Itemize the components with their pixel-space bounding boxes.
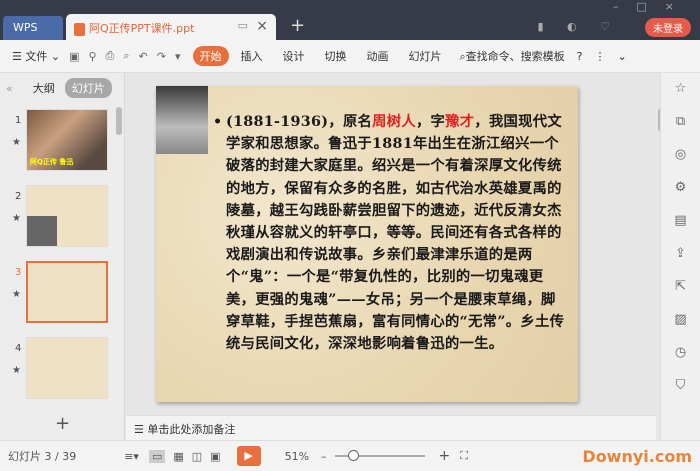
tab-slides[interactable]: 幻灯片: [64, 78, 112, 98]
save-icon[interactable]: ▣: [69, 50, 79, 63]
animation-star-icon: ★: [12, 137, 21, 148]
right-sidebar: ☆ ⧉ ◎ ⚙ ▤ ⇪ ⇱ ▨ ◷ ⛉: [660, 73, 700, 440]
fit-window-icon[interactable]: ⛶: [460, 449, 468, 463]
reading-view-icon[interactable]: ◫: [192, 450, 202, 463]
tab-design[interactable]: 设计: [283, 48, 305, 64]
collapse-ribbon-icon[interactable]: ⌄: [618, 50, 627, 63]
tab-home[interactable]: 开始: [192, 46, 229, 66]
text: (1881-1936)，原名: [226, 114, 373, 130]
slide-body-text[interactable]: • (1881-1936)，原名周树人，字豫才，我国现代文学家和思想家。鲁迅于18…: [213, 111, 566, 355]
zoom-level[interactable]: 51%: [285, 450, 309, 463]
undo-icon[interactable]: ↶: [139, 50, 148, 63]
zoom-in-button[interactable]: +: [439, 448, 451, 464]
status-bar: 幻灯片 3 / 39 ≡▾ ▭ ▦ ◫ ▣ ▶ 51% – + ⛶ Downyi…: [0, 440, 700, 471]
animation-star-icon: ★: [12, 289, 21, 300]
presenter-view-icon[interactable]: ▣: [210, 450, 220, 463]
highlight-courtesy-name: 豫才: [445, 114, 475, 130]
portrait-image: [156, 86, 208, 154]
text: ，我国现代文学家和思想家。鲁迅于1881年出生在浙江绍兴一个破落的封建大家庭里。…: [226, 114, 565, 353]
slide-counter: 幻灯片 3 / 39: [8, 450, 77, 463]
login-button[interactable]: 未登录: [645, 18, 691, 37]
shield-icon[interactable]: ⛉: [661, 370, 700, 403]
slide-thumbnail-1[interactable]: 阿Q正传 鲁迅: [26, 109, 108, 171]
animation-star-icon: ★: [12, 213, 21, 224]
sorter-view-icon[interactable]: ▦: [173, 450, 183, 463]
monitor-icon[interactable]: ▭: [238, 19, 248, 32]
tab-outline[interactable]: 大纲: [33, 80, 55, 96]
zoom-slider[interactable]: [334, 450, 425, 461]
tab-animation[interactable]: 动画: [367, 48, 389, 64]
image-icon[interactable]: ▨: [661, 304, 700, 337]
file-label: 文件: [25, 50, 48, 63]
layout-icon[interactable]: ▤: [661, 205, 700, 238]
file-menu[interactable]: ☰ 文件 ⌄: [12, 48, 60, 64]
close-tab-icon[interactable]: ×: [256, 18, 268, 34]
print-icon[interactable]: ⎙: [106, 49, 115, 63]
slide-number: 2: [15, 191, 22, 202]
play-slideshow-button[interactable]: ▶: [236, 446, 261, 466]
notes-toggle-icon[interactable]: ≡▾: [124, 450, 139, 463]
more-icon[interactable]: ▾: [175, 50, 181, 63]
tab-transition[interactable]: 切换: [325, 48, 347, 64]
zoom-out-button[interactable]: –: [321, 450, 327, 463]
animation-star-icon: ★: [12, 365, 21, 376]
slide-panel: « 大纲 幻灯片 1 ★ 阿Q正传 鲁迅 2 ★ 3 ★ 4 ★ +: [0, 73, 125, 440]
thumb-caption: 阿Q正传 鲁迅: [30, 158, 74, 166]
history-icon[interactable]: ◷: [661, 337, 700, 370]
search-command[interactable]: ⌕查找命令、搜索模板: [460, 48, 565, 64]
new-tab-button[interactable]: +: [290, 15, 305, 36]
tab-wps[interactable]: WPS: [3, 16, 63, 40]
preview-icon[interactable]: ⌕: [123, 49, 129, 63]
add-slide-button[interactable]: +: [55, 413, 70, 434]
settings-icon[interactable]: ⚙: [661, 172, 700, 205]
slide-thumbnail-3-selected[interactable]: [26, 261, 108, 323]
search-label: 查找命令、搜索模板: [465, 50, 565, 63]
shapes-icon[interactable]: ◎: [661, 139, 700, 172]
normal-view-icon[interactable]: ▭: [148, 449, 166, 463]
document-title: 阿Q正传PPT课件.ppt: [89, 22, 195, 35]
ribbon-toolbar: ☰ 文件 ⌄ ▣ ⚲ ⎙ ⌕ ↶ ↷ ▾ 开始 插入 设计 切换 动画 幻灯片 …: [0, 40, 700, 73]
help-icon[interactable]: ?: [577, 50, 583, 63]
copy-icon[interactable]: ⧉: [661, 106, 700, 139]
text: ，字: [415, 114, 446, 130]
notes-area[interactable]: ☰ 单击此处添加备注: [126, 415, 656, 440]
slide-thumbnail-2[interactable]: [26, 185, 108, 247]
share-icon[interactable]: ⇪: [661, 238, 700, 271]
tab-document[interactable]: 阿Q正传PPT课件.ppt ▭ ×: [66, 14, 276, 40]
tab-insert[interactable]: 插入: [241, 48, 263, 64]
title-icons[interactable]: ▮ ◐ ♡: [537, 20, 620, 33]
tab-slideshow[interactable]: 幻灯片: [409, 48, 442, 64]
zoom-slider-thumb[interactable]: [347, 450, 359, 461]
ppt-file-icon: [74, 22, 85, 36]
format-painter-icon[interactable]: ⚲: [88, 50, 96, 63]
export-icon[interactable]: ⇱: [661, 271, 700, 304]
highlight-name: 周树人: [372, 114, 416, 130]
slide[interactable]: • (1881-1936)，原名周树人，字豫才，我国现代文学家和思想家。鲁迅于18…: [156, 86, 578, 402]
slide-number: 3: [15, 267, 22, 278]
slide-number: 4: [15, 343, 22, 354]
watermark-logo: Downyi.com: [582, 446, 692, 466]
window-controls[interactable]: –□×: [613, 0, 692, 13]
slide-number: 1: [15, 115, 22, 126]
more-options-icon[interactable]: ⋮: [595, 50, 606, 63]
star-icon[interactable]: ☆: [661, 73, 700, 106]
panel-scrollbar[interactable]: [116, 107, 122, 135]
slide-thumbnail-4[interactable]: [26, 337, 108, 399]
bullet: •: [213, 114, 223, 130]
redo-icon[interactable]: ↷: [157, 50, 166, 63]
title-bar: WPS 阿Q正传PPT课件.ppt ▭ × + –□× ▮ ◐ ♡ 未登录: [0, 0, 700, 40]
notes-placeholder: 单击此处添加备注: [147, 423, 236, 436]
collapse-panel-icon[interactable]: «: [6, 82, 13, 95]
slide-canvas: • (1881-1936)，原名周树人，字豫才，我国现代文学家和思想家。鲁迅于18…: [126, 73, 656, 415]
